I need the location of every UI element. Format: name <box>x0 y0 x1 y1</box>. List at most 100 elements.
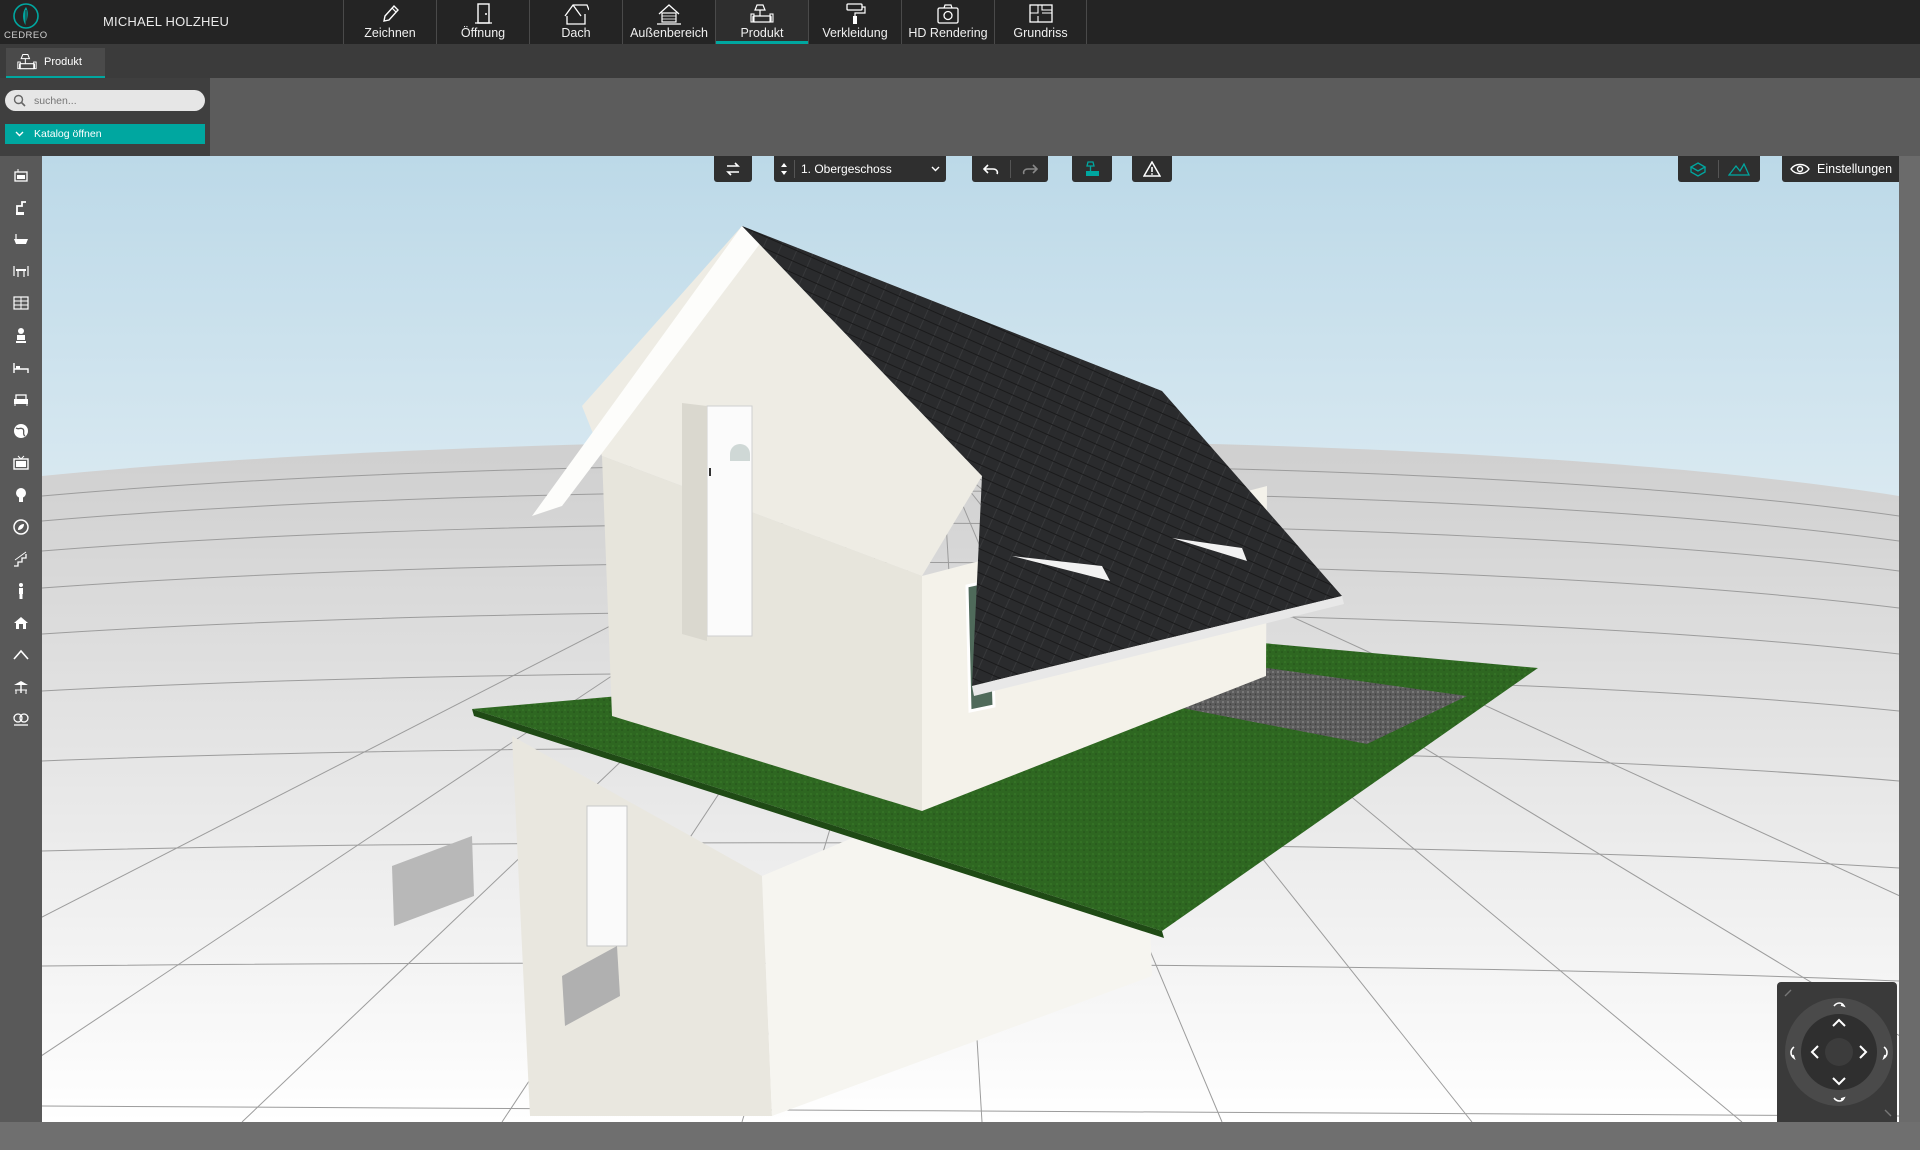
tab-oeffnung[interactable]: Öffnung <box>436 0 529 44</box>
warning-button[interactable] <box>1132 156 1172 182</box>
sub-bar: Produkt <box>0 44 1920 78</box>
navigation-control <box>1784 989 1893 1117</box>
tab-hd-rendering[interactable]: HD Rendering <box>901 0 994 44</box>
product-view-toolbar <box>1072 156 1112 182</box>
undo-icon <box>983 164 999 175</box>
category-sofa[interactable] <box>9 388 33 410</box>
category-roof-element[interactable] <box>9 644 33 666</box>
warning-icon <box>1143 161 1161 177</box>
status-bar <box>0 1122 1920 1150</box>
panel-empty-area <box>210 78 1920 156</box>
user-name[interactable]: MICHAEL HOLZHEU <box>103 14 229 29</box>
tap-icon <box>16 201 26 215</box>
warning-toolbar <box>1132 156 1172 182</box>
undo-button[interactable] <box>972 156 1010 182</box>
3d-scene[interactable] <box>42 156 1899 1122</box>
exterior-house-icon <box>657 4 681 25</box>
chevron-down-icon <box>15 131 24 137</box>
door-reveal <box>682 403 707 641</box>
terrain-icon <box>1728 162 1750 176</box>
stairs-icon <box>14 551 27 567</box>
category-kitchen[interactable] <box>9 164 33 186</box>
tab-zeichnen[interactable]: Zeichnen <box>343 0 436 44</box>
bathtub-icon <box>14 234 28 244</box>
tab-label: Verkleidung <box>822 26 888 40</box>
separator <box>794 160 795 178</box>
tab-label: Dach <box>561 26 591 40</box>
category-garden[interactable] <box>9 708 33 730</box>
category-tap[interactable] <box>9 196 33 218</box>
floor-dropdown-value: 1. Obergeschoss <box>801 162 892 176</box>
category-globe[interactable] <box>9 420 33 442</box>
sofa-lamp-icon <box>17 54 37 70</box>
3d-view-button[interactable] <box>1678 156 1718 182</box>
redo-button[interactable] <box>1011 156 1048 182</box>
roof-line-icon <box>13 649 29 660</box>
shelf-icon <box>13 296 29 310</box>
category-decoration[interactable] <box>9 516 33 538</box>
floor-selector[interactable]: 1. Obergeschoss <box>774 156 946 182</box>
bed-icon <box>13 363 29 373</box>
tree-icon <box>13 713 29 726</box>
3d-viewport[interactable]: 1. Obergeschoss Einstellungen <box>42 156 1899 1122</box>
brand-name: CEDREO <box>4 30 48 41</box>
category-shelf[interactable] <box>9 292 33 314</box>
tab-label: Öffnung <box>460 26 506 40</box>
roof-icon <box>564 4 589 25</box>
camera-icon <box>937 4 959 24</box>
tab-verkleidung[interactable]: Verkleidung <box>808 0 901 44</box>
tab-produkt[interactable]: Produkt <box>715 0 808 44</box>
search-box[interactable] <box>5 90 205 111</box>
cedreo-logo-icon <box>13 3 39 29</box>
pan-center[interactable] <box>1825 1038 1853 1066</box>
settings-label: Einstellungen <box>1817 162 1893 176</box>
tab-label: Grundriss <box>1013 26 1068 40</box>
globe-icon <box>14 424 28 438</box>
category-bed[interactable] <box>9 356 33 378</box>
category-stairs[interactable] <box>9 548 33 570</box>
terrain-button[interactable] <box>1719 156 1759 182</box>
lightbulb-icon <box>16 488 26 502</box>
settings-dropdown[interactable]: Einstellungen <box>1782 156 1899 182</box>
main-tabs: Zeichnen Öffnung Dach Außenbereich Produ… <box>343 0 1087 44</box>
sofa-icon <box>14 394 28 406</box>
house-icon <box>14 617 28 629</box>
open-catalog-button[interactable]: Katalog öffnen <box>5 124 205 144</box>
paint-roller-icon <box>846 3 866 24</box>
category-tv[interactable] <box>9 452 33 474</box>
tab-label: Zeichnen <box>364 26 416 40</box>
cedreo-logo[interactable]: CEDREO <box>0 0 52 44</box>
swap-view-button[interactable] <box>714 156 752 182</box>
tv-icon <box>13 455 29 470</box>
tab-grundriss[interactable]: Grundriss <box>994 0 1087 44</box>
eye-icon <box>1790 163 1810 175</box>
category-chair[interactable] <box>9 324 33 346</box>
settings-toolbar: Einstellungen <box>1782 156 1899 182</box>
subtab-produkt[interactable]: Produkt <box>6 48 105 78</box>
product-panel: Katalog öffnen <box>0 78 210 156</box>
swap-arrows-icon <box>726 162 740 176</box>
3d-box-icon <box>1689 162 1707 177</box>
subtab-label: Produkt <box>44 56 82 68</box>
floorplan-icon <box>1028 4 1053 23</box>
swap-view-toolbar <box>714 156 752 182</box>
upper-floor-door[interactable] <box>706 405 753 637</box>
sofa-lamp-icon <box>750 4 774 23</box>
product-view-button[interactable] <box>1072 156 1112 182</box>
category-pergola[interactable] <box>9 676 33 698</box>
search-input[interactable] <box>32 93 196 108</box>
category-bathtub[interactable] <box>9 228 33 250</box>
tab-aussenbereich[interactable]: Außenbereich <box>622 0 715 44</box>
category-light[interactable] <box>9 484 33 506</box>
open-catalog-label: Katalog öffnen <box>34 128 102 140</box>
search-icon <box>13 94 26 107</box>
floor-dropdown[interactable]: 1. Obergeschoss <box>801 162 931 176</box>
chevron-down-icon <box>931 166 940 172</box>
tab-dach[interactable]: Dach <box>529 0 622 44</box>
top-bar: CEDREO MICHAEL HOLZHEU Zeichnen Öffnung … <box>0 0 1920 44</box>
floor-stepper[interactable] <box>774 156 794 182</box>
category-person[interactable] <box>9 580 33 602</box>
category-dining[interactable] <box>9 260 33 282</box>
category-house[interactable] <box>9 612 33 634</box>
tab-label: HD Rendering <box>908 26 988 40</box>
